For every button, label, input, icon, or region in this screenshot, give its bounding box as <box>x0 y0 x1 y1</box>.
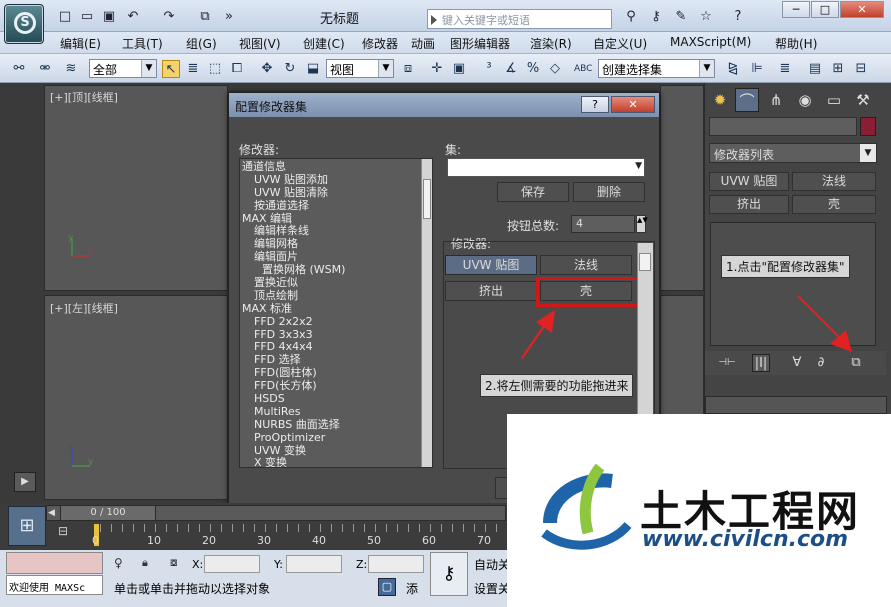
z-coord-label: Z: <box>356 558 368 571</box>
arrowhead-to-shell-slot <box>536 310 555 333</box>
tick-label: 20 <box>202 534 216 547</box>
watermark-brand: 土木工程网 <box>530 455 535 456</box>
z-coord-field[interactable] <box>368 555 424 573</box>
lock-selection-icon[interactable]: 🔒︎ <box>142 556 156 570</box>
watermark-url: www.civilcn.com <box>642 527 849 552</box>
tick-label: 0 <box>92 534 99 547</box>
arrow-to-shell-slot <box>521 321 548 359</box>
time-slider-prev-icon[interactable]: ◀ <box>48 505 60 521</box>
tick-label: 70 <box>477 534 491 547</box>
tick-label: 10 <box>147 534 161 547</box>
add-time-tag-icon[interactable]: ▢ <box>378 578 396 596</box>
set-key-label[interactable]: 设置关 <box>474 580 510 597</box>
mini-curve-editor-icon[interactable]: ⊟ <box>58 524 74 546</box>
watermark-logo: 土木工程网 <box>530 455 632 550</box>
auto-key-label[interactable]: 自动关 <box>474 556 510 573</box>
arrowhead-to-configure-icon <box>830 330 852 352</box>
maxscript-listener[interactable] <box>6 552 103 574</box>
set-key-icon[interactable]: ⚷ <box>430 552 468 596</box>
frame-display[interactable]: 0 / 100 <box>60 505 156 521</box>
x-coord-field[interactable] <box>204 555 260 573</box>
arrow-to-configure-icon <box>797 295 843 341</box>
track-bar-ticks <box>100 524 506 532</box>
logo-arc-green <box>579 463 605 535</box>
tick-label: 40 <box>312 534 326 547</box>
y-coord-field[interactable] <box>286 555 342 573</box>
tick-label: 60 <box>422 534 436 547</box>
isolate-selection-icon[interactable]: ♀ <box>114 556 128 570</box>
status-prompt: 单击或单击并拖动以选择对象 <box>114 582 271 596</box>
app-menu-button[interactable]: S <box>4 4 44 44</box>
viewport-layout-icon[interactable]: ⊞ <box>8 506 46 546</box>
add-time-tag-label[interactable]: 添 <box>406 580 418 597</box>
transform-mode-icon[interactable]: ⧇ <box>170 555 186 571</box>
app-logo-icon: S <box>14 12 36 34</box>
y-coord-label: Y: <box>274 558 283 571</box>
tick-label: 50 <box>367 534 381 547</box>
x-coord-label: X: <box>192 558 204 571</box>
tick-label: 30 <box>257 534 271 547</box>
maxscript-mini-listener[interactable]: 欢迎使用 MAXSc <box>6 575 103 595</box>
